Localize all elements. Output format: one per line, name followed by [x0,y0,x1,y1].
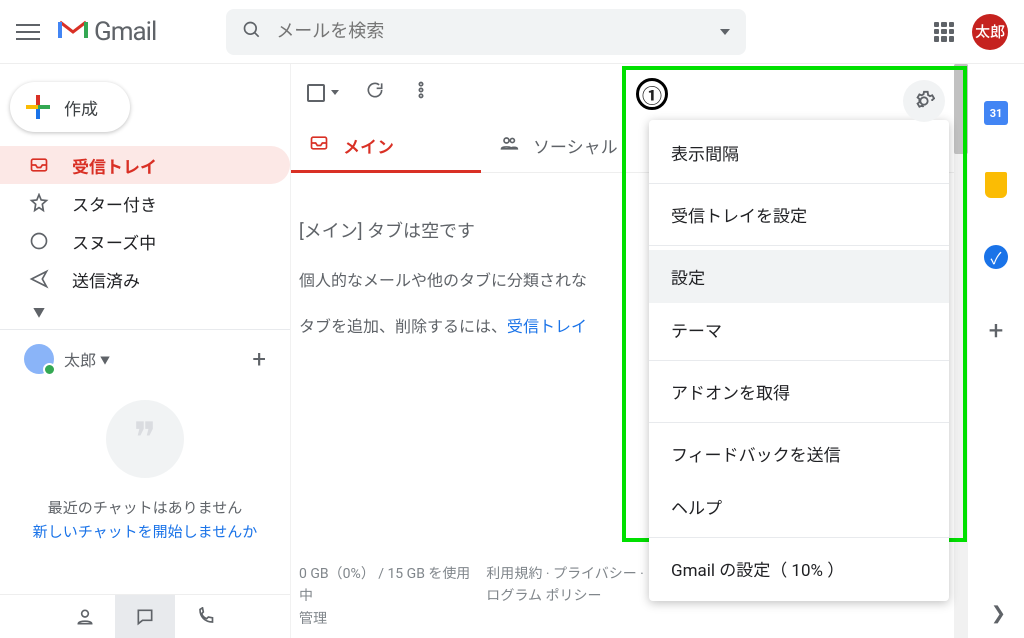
compose-label: 作成 [64,95,98,120]
start-chat-link[interactable]: 新しいチャットを開始しませんか [20,520,270,544]
right-side-panel: 31 ✓ + [968,64,1024,638]
left-sidebar: 作成 受信トレイ スター付き スヌーズ中 送信済み ▼ 太郎 ▼ + ❞ 最近 [0,64,290,638]
inbox-icon [28,155,50,175]
hangouts-tab-bar [0,594,290,638]
menu-settings[interactable]: 設定 [649,250,949,303]
chat-bubble-icon: ❞ [106,400,184,478]
mail-toolbar [291,80,967,119]
menu-get-addons[interactable]: アドオンを取得 [649,365,949,418]
keep-icon [985,172,1007,198]
google-apps-button[interactable] [934,22,954,42]
select-all-control[interactable] [307,84,339,102]
nav-label: スター付き [72,191,157,216]
tab-social[interactable]: ソーシャル [481,119,636,172]
search-input[interactable] [276,21,710,42]
caret-down-icon: ▼ [100,352,110,367]
account-avatar[interactable]: 太郎 [972,14,1008,50]
divider [649,360,949,361]
mail-main: メイン ソーシャル [メイン] タブは空です 個人的なメールや他のタブに分類され… [290,64,968,638]
menu-configure-inbox[interactable]: 受信トレイを設定 [649,188,949,241]
nav-label: 送信済み [72,267,140,292]
menu-help[interactable]: ヘルプ [649,480,949,533]
compose-button[interactable]: 作成 [10,82,130,132]
nav-inbox[interactable]: 受信トレイ [0,146,290,184]
checkbox-icon [307,84,325,102]
gmail-m-icon [58,18,88,46]
collapse-sidepanel-button[interactable]: ❯ [991,603,1006,624]
vertical-scrollbar[interactable] [954,64,968,638]
caret-down-icon [331,90,339,95]
plus-icon [24,93,52,121]
manage-storage-link[interactable]: 管理 [299,608,470,630]
configure-inbox-link[interactable]: 受信トレイ [507,317,587,336]
menu-setup-progress[interactable]: Gmail の設定（ 10% ） [649,542,949,595]
add-addon-button[interactable]: + [989,316,1004,346]
settings-menu: 表示間隔 受信トレイを設定 設定 テーマ アドオンを取得 フィードバックを送信 … [649,120,949,601]
nav-label: 受信トレイ [72,153,157,178]
divider [649,183,949,184]
divider [649,422,949,423]
tasks-addon[interactable]: ✓ [983,244,1009,270]
tasks-icon: ✓ [984,245,1008,269]
storage-info: 0 GB（0%） / 15 GB を使用 中 管理 [299,563,470,630]
product-name: Gmail [94,17,156,47]
people-icon [499,133,519,158]
calendar-icon: 31 [984,101,1008,125]
menu-display-density[interactable]: 表示間隔 [649,126,949,179]
calendar-addon[interactable]: 31 [983,100,1009,126]
nav-starred[interactable]: スター付き [0,184,290,222]
hangouts-contacts-tab[interactable] [55,595,115,638]
tab-label: ソーシャル [533,133,618,158]
hangouts-call-tab[interactable] [175,595,235,638]
tab-primary[interactable]: メイン [291,119,481,172]
menu-send-feedback[interactable]: フィードバックを送信 [649,427,949,480]
keep-addon[interactable] [983,172,1009,198]
nav-label: スヌーズ中 [72,229,156,254]
star-icon [28,193,50,213]
gear-icon [913,90,935,112]
policy-links[interactable]: 利用規約 · プライバシー · プ ログラム ポリシー [486,563,661,630]
clock-icon [28,231,50,251]
hangouts-user-row[interactable]: 太郎 ▼ + [0,330,290,374]
divider [649,537,949,538]
nav-snoozed[interactable]: スヌーズ中 [0,222,290,260]
hangouts-chat-tab[interactable] [115,595,175,638]
tab-label: メイン [343,133,394,158]
search-options-caret-icon[interactable] [720,29,730,35]
nav-sent[interactable]: 送信済み [0,260,290,298]
search-bar[interactable] [226,9,746,55]
menu-themes[interactable]: テーマ [649,303,949,356]
new-chat-button[interactable]: + [252,345,274,373]
send-icon [28,269,50,289]
settings-button[interactable] [903,80,945,122]
search-icon [242,20,262,44]
main-menu-button[interactable] [16,20,40,44]
hangouts-username: 太郎 [64,347,96,371]
scrollbar-thumb[interactable] [954,64,968,154]
inbox-icon [309,133,329,158]
hangouts-empty-text: 最近のチャットはありません [20,496,270,520]
gmail-logo[interactable]: Gmail [58,17,156,47]
app-header: Gmail 太郎 [0,0,1024,64]
refresh-button[interactable] [365,80,385,105]
more-button[interactable] [411,80,431,105]
nav-expand-icon[interactable]: ▼ [28,304,50,321]
user-avatar-icon [24,344,54,374]
divider [649,245,949,246]
hangouts-empty-state: ❞ 最近のチャットはありません 新しいチャットを開始しませんか [0,374,290,550]
